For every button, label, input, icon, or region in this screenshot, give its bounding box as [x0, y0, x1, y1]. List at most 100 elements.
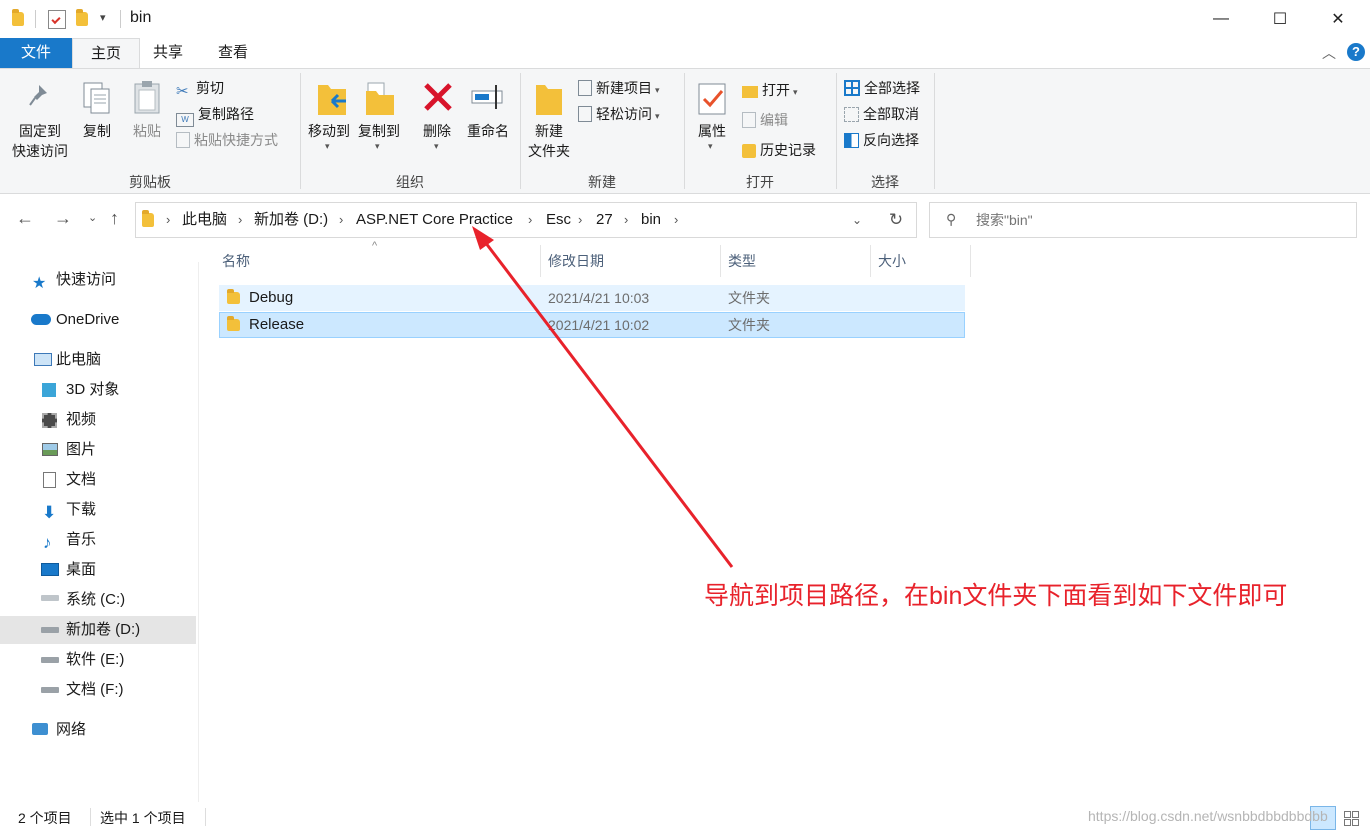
breadcrumb-27[interactable]: 27 [596, 203, 613, 237]
download-arrow-icon: ⬇ [42, 503, 57, 522]
quick-access-toolbar-dropdown-icon[interactable]: ▾ [100, 11, 106, 24]
rename-button[interactable]: 重命名 [464, 73, 512, 165]
computer-icon [34, 353, 52, 366]
back-arrow-icon[interactable]: ← [16, 208, 34, 229]
sidebar-item-3d-objects[interactable]: 3D 对象 [0, 376, 196, 404]
sidebar-item-label: 软件 (E:) [66, 651, 125, 668]
breadcrumb-project[interactable]: ASP.NET Core Practice [356, 203, 513, 237]
minimize-button[interactable]: — [1198, 0, 1244, 38]
breadcrumb-chevron-icon[interactable]: › [339, 203, 343, 237]
sidebar-item-downloads[interactable]: ⬇ 下载 [0, 496, 196, 524]
address-bar[interactable]: › 此电脑 › 新加卷 (D:) › ASP.NET Core Practice… [135, 202, 877, 238]
sidebar-item-network[interactable]: 网络 [0, 716, 196, 744]
breadcrumb-chevron-icon[interactable]: › [238, 203, 242, 237]
column-header-size[interactable]: 大小 [878, 250, 906, 272]
easy-access-button[interactable]: 轻松访问 ▾ [578, 103, 660, 125]
edit-button[interactable]: 编辑 [742, 109, 788, 131]
breadcrumb-bin[interactable]: bin [641, 203, 661, 237]
search-input[interactable] [974, 207, 1348, 233]
paste-button[interactable]: 粘贴 [124, 73, 170, 165]
refresh-icon[interactable]: ↻ [876, 202, 917, 238]
sidebar-item-label: 快速访问 [56, 271, 117, 288]
column-header-name[interactable]: 名称 [222, 250, 250, 272]
recent-locations-chevron-icon[interactable]: ⌄ [88, 211, 97, 224]
new-folder-button[interactable]: 新建 文件夹 [524, 73, 574, 165]
select-all-icon [844, 80, 860, 96]
select-group-label: 选择 [871, 174, 899, 190]
breadcrumb-chevron-icon[interactable]: › [674, 203, 678, 237]
close-button[interactable]: ✕ [1315, 0, 1361, 38]
column-divider[interactable] [870, 245, 871, 277]
copy-label: 复制 [83, 123, 111, 139]
new-folder-quick-icon[interactable] [76, 9, 88, 26]
tab-view[interactable]: 查看 [200, 38, 266, 68]
select-none-button[interactable]: 全部取消 [844, 103, 919, 125]
help-icon[interactable]: ? [1347, 43, 1365, 61]
file-modified: 2021/4/21 10:02 [548, 317, 650, 333]
sidebar-item-label: 桌面 [66, 561, 97, 578]
sidebar-item-videos[interactable]: 视频 [0, 406, 196, 434]
maximize-button[interactable]: ☐ [1257, 0, 1303, 38]
sidebar-item-drive-d[interactable]: 新加卷 (D:) [0, 616, 196, 644]
address-dropdown-icon[interactable]: ⌄ [852, 203, 862, 237]
sidebar-item-drive-f[interactable]: 文档 (F:) [0, 676, 196, 704]
properties-button[interactable]: 属性 ▾ [690, 73, 734, 165]
large-icons-view-icon[interactable] [1340, 806, 1362, 828]
new-item-button[interactable]: 新建项目 ▾ [578, 77, 660, 99]
invert-selection-label: 反向选择 [863, 132, 919, 148]
delete-button[interactable]: 删除 ▾ [416, 73, 458, 165]
sidebar-item-this-pc[interactable]: 此电脑 [0, 346, 196, 374]
breadcrumb-this-pc[interactable]: 此电脑 [182, 203, 227, 237]
sidebar-item-onedrive[interactable]: OneDrive [0, 306, 196, 334]
open-button[interactable]: 打开 ▾ [742, 79, 798, 101]
list-item-release[interactable]: Release 2021/4/21 10:02 文件夹 [219, 312, 965, 338]
column-divider[interactable] [540, 245, 541, 277]
list-item-debug[interactable]: Debug 2021/4/21 10:03 文件夹 [219, 285, 965, 311]
copy-path-button[interactable]: W 复制路径 [176, 103, 254, 127]
breadcrumb-chevron-icon[interactable]: › [624, 203, 628, 237]
forward-arrow-icon[interactable]: → [54, 208, 72, 229]
pin-to-quick-access-button[interactable]: 固定到 快速访问 [8, 73, 72, 165]
sidebar-item-label: 文档 (F:) [66, 681, 124, 698]
paste-shortcut-button[interactable]: 粘贴快捷方式 [176, 129, 278, 151]
move-to-label: 移动到 [308, 123, 350, 139]
sidebar-item-pictures[interactable]: 图片 [0, 436, 196, 464]
select-all-button[interactable]: 全部选择 [844, 77, 920, 99]
sidebar-item-documents[interactable]: 文档 [0, 466, 196, 494]
drive-icon [41, 595, 59, 601]
sidebar-item-label: 3D 对象 [66, 381, 120, 398]
collapse-ribbon-icon[interactable]: ︿ [1322, 43, 1336, 63]
column-header-modified[interactable]: 修改日期 [548, 250, 604, 272]
search-box[interactable]: ⚲ [929, 202, 1357, 238]
sidebar-item-desktop[interactable]: 桌面 [0, 556, 196, 584]
copy-button[interactable]: 复制 [76, 73, 118, 165]
breadcrumb-chevron-icon[interactable]: › [528, 203, 532, 237]
sidebar-item-drive-c[interactable]: 系统 (C:) [0, 586, 196, 614]
tab-file[interactable]: 文件 [0, 38, 72, 68]
history-button[interactable]: 历史记录 [742, 139, 816, 161]
cut-button[interactable]: ✂ 剪切 [176, 77, 224, 100]
column-divider[interactable] [720, 245, 721, 277]
sidebar-item-music[interactable]: ♪ 音乐 [0, 526, 196, 554]
invert-selection-button[interactable]: 反向选择 [844, 129, 919, 151]
rename-label: 重命名 [467, 123, 509, 139]
breadcrumb-drive-d[interactable]: 新加卷 (D:) [254, 203, 328, 237]
sidebar-item-drive-e[interactable]: 软件 (E:) [0, 646, 196, 674]
chevron-down-icon: ▾ [375, 141, 380, 151]
divider [35, 10, 36, 28]
rename-icon [470, 81, 506, 116]
column-divider[interactable] [970, 245, 971, 277]
breadcrumb-chevron-icon[interactable]: › [578, 203, 582, 237]
up-arrow-icon[interactable]: ↑ [110, 208, 119, 229]
tab-share[interactable]: 共享 [135, 38, 201, 68]
copy-to-button[interactable]: 复制到 ▾ [356, 73, 402, 165]
move-to-button[interactable]: 移动到 ▾ [306, 73, 352, 165]
tab-home[interactable]: 主页 [72, 38, 141, 69]
breadcrumb-chevron-icon[interactable]: › [166, 203, 170, 237]
breadcrumb-esc[interactable]: Esc [546, 203, 571, 237]
column-header-type[interactable]: 类型 [728, 250, 756, 272]
sidebar-item-quick-access[interactable]: ★ 快速访问 [0, 266, 196, 294]
sidebar-item-label: 图片 [66, 441, 97, 458]
window-title: bin [130, 9, 152, 26]
properties-quick-icon[interactable] [48, 10, 66, 29]
